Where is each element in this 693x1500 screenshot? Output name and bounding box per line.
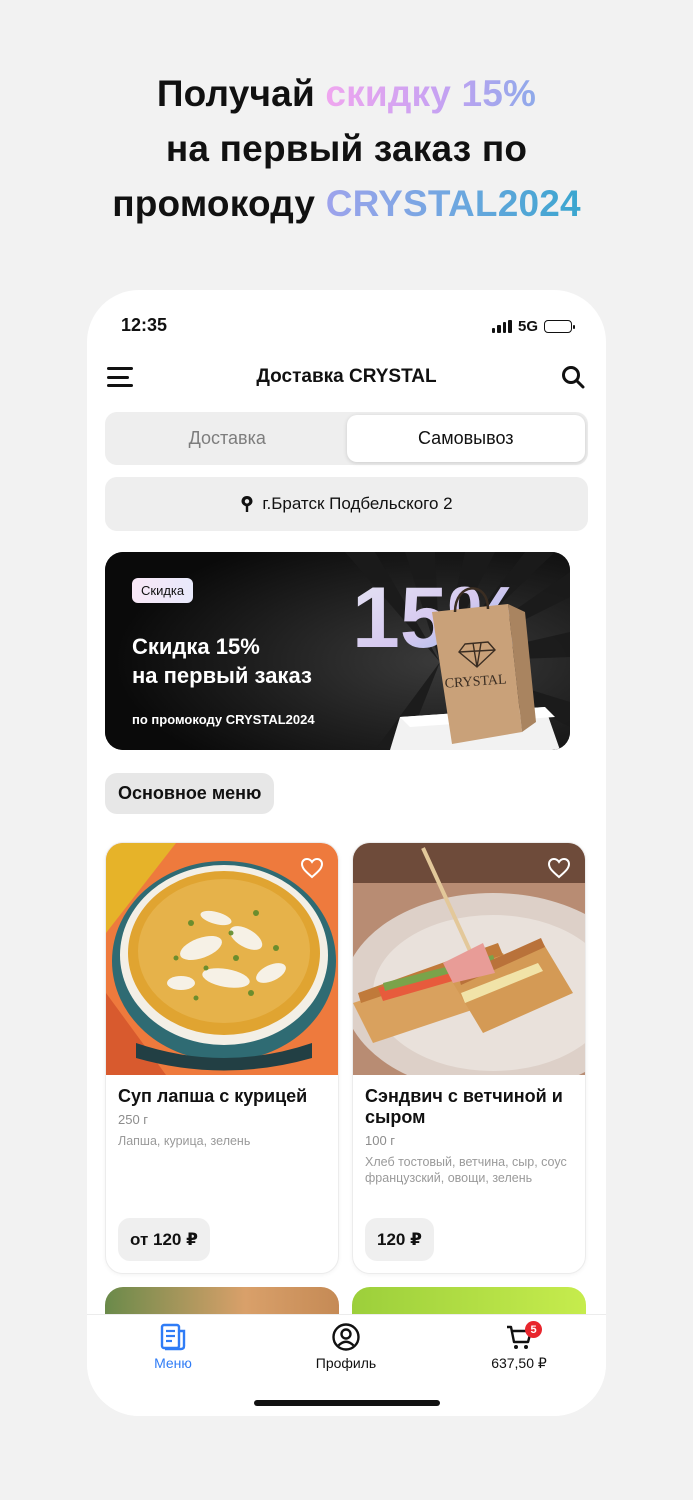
tab-profile-label: Профиль: [315, 1355, 377, 1371]
favorite-heart-icon[interactable]: [300, 857, 324, 879]
product-name: Сэндвич с ветчиной и сыром: [365, 1086, 563, 1127]
headline-discount: скидку 15%: [325, 73, 537, 114]
promo-headline: Получай скидку 15% на первый заказ по пр…: [0, 66, 693, 231]
banner-promo-note: по промокоду CRYSTAL2024: [132, 712, 315, 727]
banner-heading-line1: Скидка 15%: [132, 634, 260, 659]
status-time: 12:35: [121, 315, 168, 335]
headline-line3-prefix: промокоду: [112, 183, 326, 224]
banner-heading-line2: на первый заказ: [132, 663, 312, 688]
product-price-button[interactable]: 120 ₽: [365, 1218, 434, 1261]
category-main-menu[interactable]: Основное меню: [105, 773, 275, 814]
app-bar: Доставка CRYSTAL: [87, 352, 606, 402]
headline-line-2: на первый заказ по: [165, 128, 528, 169]
tab-menu-label: Меню: [154, 1355, 192, 1371]
banner-chip: Скидка: [132, 578, 194, 603]
pickup-address-text: г.Братск Подбельского 2: [262, 494, 453, 513]
product-price-button[interactable]: от 120 ₽: [118, 1218, 210, 1261]
location-pin-icon: [241, 496, 253, 512]
profile-icon: [332, 1323, 360, 1351]
product-description: Хлеб тостовый, ветчина, сыр, соус францу…: [365, 1155, 567, 1185]
pickup-address-button[interactable]: г.Братск Подбельского 2: [105, 477, 588, 531]
tab-menu[interactable]: Меню: [113, 1323, 233, 1371]
cart-count-badge: 5: [525, 1321, 542, 1338]
battery-icon: [544, 320, 575, 333]
product-name: Суп лапша с курицей: [118, 1086, 308, 1106]
status-bar: 12:35 5G: [87, 290, 606, 350]
tab-cart[interactable]: 5 637,50 ₽: [459, 1321, 579, 1372]
status-indicators: 5G: [491, 318, 575, 335]
search-icon[interactable]: [560, 364, 586, 390]
headline-line1-prefix: Получай: [156, 73, 326, 114]
delivery-mode-switch: Доставка Самовывоз: [105, 412, 588, 465]
tab-profile[interactable]: Профиль: [286, 1323, 406, 1371]
home-indicator[interactable]: [254, 1400, 440, 1406]
product-weight: 100 г: [365, 1133, 396, 1148]
product-card[interactable]: Суп лапша с курицей 250 г Лапша, курица,…: [105, 842, 339, 1274]
headline-line-1: Получай скидку 15%: [0, 66, 693, 121]
menu-doc-icon: [160, 1323, 186, 1351]
network-type: 5G: [517, 318, 538, 335]
headline-line-3: промокоду CRYSTAL2024: [0, 176, 693, 231]
headline-promocode: CRYSTAL2024: [325, 183, 581, 224]
tab-pickup[interactable]: Самовывоз: [346, 415, 585, 462]
product-description: Лапша, курица, зелень: [118, 1134, 251, 1148]
banner-heading: Скидка 15% на первый заказ: [132, 632, 362, 690]
tab-delivery[interactable]: Доставка: [108, 415, 347, 462]
promo-banner[interactable]: Скидка Скидка 15% на первый заказ по про…: [105, 552, 570, 750]
phone-screen: 12:35 5G Доставка CRYSTAL Доставка Самов…: [87, 290, 606, 1416]
app-title: Доставка CRYSTAL: [256, 366, 437, 387]
cart-total-label: 637,50 ₽: [491, 1355, 547, 1371]
signal-icon: [491, 320, 512, 333]
product-card[interactable]: Сэндвич с ветчиной и сыром 100 г Хлеб то…: [352, 842, 586, 1274]
favorite-heart-icon[interactable]: [547, 857, 571, 879]
product-weight: 250 г: [118, 1112, 149, 1127]
banner-bag-illustration: 15% CRYSTAL: [352, 570, 560, 750]
